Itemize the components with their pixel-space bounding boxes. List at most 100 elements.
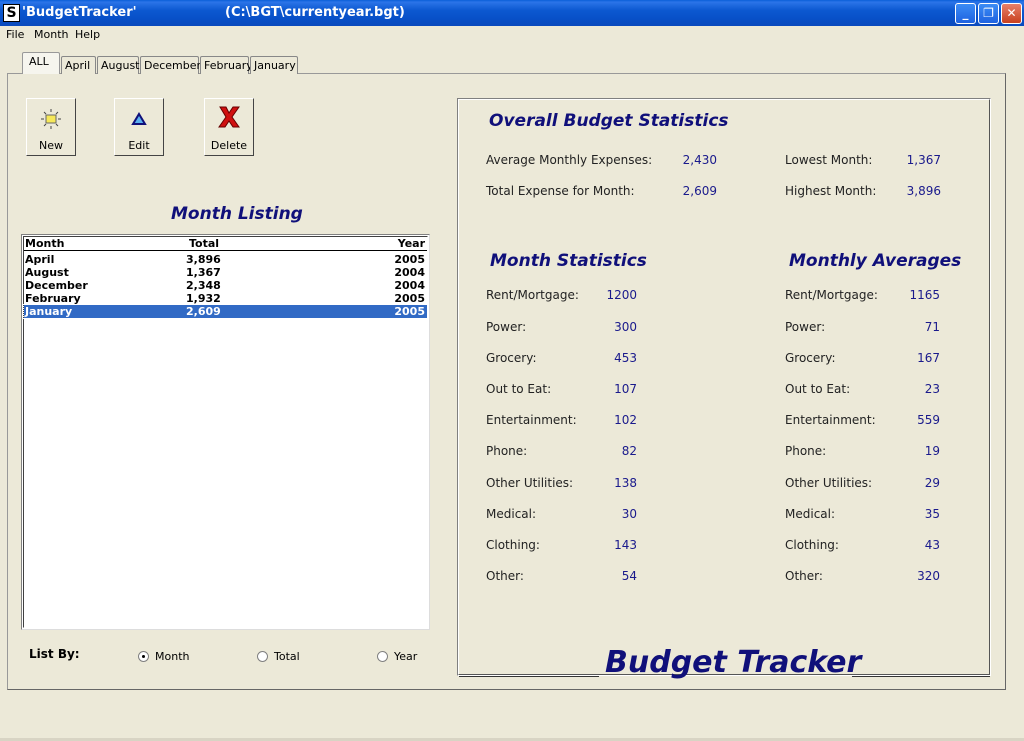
menu-month[interactable]: Month	[34, 28, 68, 41]
ms-label-entertainment: Entertainment:	[486, 413, 577, 427]
ms-label-other: Other:	[486, 569, 524, 583]
overall-stats-title: Overall Budget Statistics	[489, 111, 729, 131]
brand-title: Budget Tracker	[605, 645, 862, 680]
delete-x-icon	[205, 105, 253, 129]
radio-year[interactable]: Year	[377, 650, 417, 663]
tab-december[interactable]: December	[140, 56, 201, 74]
month-listing-title: Month Listing	[171, 204, 303, 224]
ma-label-out-to-eat: Out to Eat:	[785, 382, 851, 396]
minimize-button[interactable]: _	[955, 3, 976, 24]
ms-label-phone: Phone:	[486, 444, 528, 458]
close-button[interactable]: ✕	[1001, 3, 1022, 24]
new-button[interactable]: New	[26, 98, 76, 156]
radio-indicator[interactable]	[138, 651, 149, 662]
highest-month-value: 3,896	[906, 184, 941, 198]
edit-button[interactable]: Edit	[114, 98, 164, 156]
row-total: 1,367	[186, 266, 221, 279]
menu-bar: File Month Help	[0, 26, 1024, 44]
month-stats-title: Month Statistics	[490, 251, 647, 271]
ms-value-power: 300	[614, 320, 637, 334]
row-total: 1,932	[186, 292, 221, 305]
lowest-month-label: Lowest Month:	[785, 153, 873, 167]
row-year: 2005	[394, 253, 425, 266]
row-month: April	[25, 253, 55, 266]
ms-label-other-utilities: Other Utilities:	[486, 476, 574, 490]
radio-indicator[interactable]	[377, 651, 388, 662]
tab-all[interactable]: ALL	[22, 52, 60, 74]
month-listbox[interactable]: Month Total Year April 3,896 2005 August…	[21, 234, 430, 630]
list-item[interactable]: April 3,896 2005	[24, 253, 427, 266]
ms-label-power: Power:	[486, 320, 527, 334]
row-total: 2,348	[186, 279, 221, 292]
edit-triangle-icon	[115, 107, 163, 131]
listbox-header: Month Total Year	[24, 237, 427, 251]
ms-value-phone: 82	[621, 444, 637, 458]
row-month: August	[25, 266, 69, 279]
radio-month[interactable]: Month	[138, 650, 189, 663]
maximize-button[interactable]: ❐	[978, 3, 999, 24]
edit-button-label: Edit	[128, 139, 150, 152]
tab-february[interactable]: February	[200, 56, 253, 74]
ma-label-other-utilities: Other Utilities:	[785, 476, 873, 490]
tab-april[interactable]: April	[61, 56, 96, 74]
ma-value-phone: 19	[924, 444, 940, 458]
column-header-year[interactable]: Year	[398, 237, 425, 250]
app-icon[interactable]: S	[3, 4, 20, 22]
ma-label-rent: Rent/Mortgage:	[785, 288, 878, 302]
radio-month-label: Month	[155, 650, 190, 663]
menu-file[interactable]: File	[6, 28, 24, 41]
avg-monthly-label: Average Monthly Expenses:	[486, 153, 653, 167]
tab-january[interactable]: January	[250, 56, 298, 74]
ma-label-power: Power:	[785, 320, 826, 334]
monthly-averages-title: Monthly Averages	[789, 251, 962, 271]
ma-label-other: Other:	[785, 569, 823, 583]
ms-label-grocery: Grocery:	[486, 351, 537, 365]
column-header-month[interactable]: Month	[25, 237, 64, 250]
ma-label-grocery: Grocery:	[785, 351, 836, 365]
title-bar: S 'BudgetTracker' (C:\BGT\currentyear.bg…	[0, 0, 1024, 26]
ms-value-other-utilities: 138	[614, 476, 637, 490]
column-header-total[interactable]: Total	[189, 237, 219, 250]
list-item[interactable]: February 1,932 2005	[24, 292, 427, 305]
avg-monthly-value: 2,430	[682, 153, 717, 167]
ma-value-other-utilities: 29	[924, 476, 940, 490]
delete-button[interactable]: Delete	[204, 98, 254, 156]
ma-value-clothing: 43	[924, 538, 940, 552]
ma-value-grocery: 167	[917, 351, 940, 365]
row-year: 2005	[394, 305, 425, 318]
ma-label-entertainment: Entertainment:	[785, 413, 876, 427]
window-file-path: (C:\BGT\currentyear.bgt)	[225, 5, 405, 20]
ms-value-entertainment: 102	[614, 413, 637, 427]
ms-value-medical: 30	[621, 507, 637, 521]
list-item[interactable]: August 1,367 2004	[24, 266, 427, 279]
ms-value-grocery: 453	[614, 351, 637, 365]
radio-total[interactable]: Total	[257, 650, 300, 663]
ma-label-phone: Phone:	[785, 444, 827, 458]
list-by-label: List By:	[29, 647, 80, 661]
row-total: 3,896	[186, 253, 221, 266]
highest-month-label: Highest Month:	[785, 184, 877, 198]
total-expense-label: Total Expense for Month:	[486, 184, 635, 198]
tab-august[interactable]: August	[97, 56, 140, 74]
window-title: 'BudgetTracker'	[22, 5, 137, 20]
row-month: January	[25, 305, 73, 318]
ma-label-clothing: Clothing:	[785, 538, 839, 552]
brand-underline-left	[459, 676, 599, 677]
ms-value-other: 54	[621, 569, 637, 583]
ma-value-rent: 1165	[909, 288, 940, 302]
radio-total-label: Total	[274, 650, 300, 663]
row-month: December	[25, 279, 88, 292]
ma-value-out-to-eat: 23	[924, 382, 940, 396]
delete-button-label: Delete	[210, 139, 248, 152]
list-item-selected[interactable]: January 2,609 2005	[23, 304, 428, 319]
row-month: February	[25, 292, 81, 305]
list-item[interactable]: December 2,348 2004	[24, 279, 427, 292]
row-year: 2005	[394, 292, 425, 305]
menu-help[interactable]: Help	[75, 28, 100, 41]
total-expense-value: 2,609	[682, 184, 717, 198]
row-total: 2,609	[186, 305, 221, 318]
brand-underline-right	[852, 676, 990, 677]
radio-year-label: Year	[394, 650, 418, 663]
radio-indicator[interactable]	[257, 651, 268, 662]
ma-value-medical: 35	[924, 507, 940, 521]
